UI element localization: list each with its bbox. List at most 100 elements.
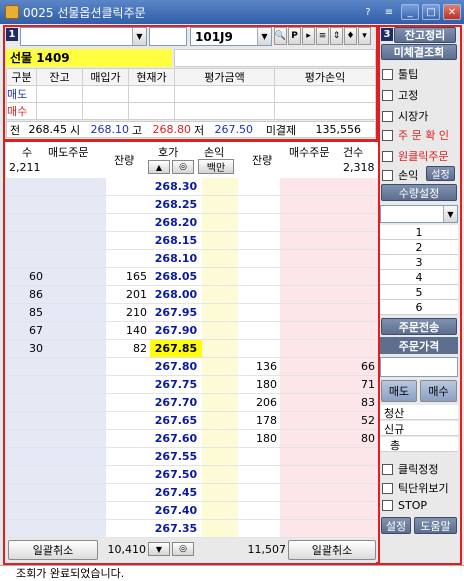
click-modify-checkbox[interactable]: 클릭정정 bbox=[382, 461, 438, 477]
maximize-icon[interactable]: □ bbox=[422, 4, 440, 20]
chevron-down-icon[interactable]: ▼ bbox=[132, 28, 146, 45]
buy-order-cell[interactable] bbox=[280, 214, 337, 232]
tooltip-checkbox[interactable]: 툴팁 bbox=[382, 66, 418, 82]
qty-item[interactable]: 4 bbox=[380, 270, 458, 285]
price-cell[interactable]: 267.65 bbox=[150, 412, 202, 430]
sell-order-cell[interactable] bbox=[46, 232, 106, 250]
buy-order-cell[interactable] bbox=[280, 376, 337, 394]
tool-icon[interactable]: ♦ bbox=[344, 27, 357, 45]
buy-order-cell[interactable] bbox=[280, 322, 337, 340]
price-cell[interactable]: 267.85 bbox=[150, 340, 202, 358]
sell-order-cell[interactable] bbox=[46, 304, 106, 322]
chevron-down-icon[interactable]: ▼ bbox=[257, 28, 271, 45]
footer-down-button[interactable]: ▼ bbox=[148, 542, 170, 556]
sell-order-cell[interactable] bbox=[46, 214, 106, 232]
price-cell[interactable]: 267.40 bbox=[150, 502, 202, 520]
price-cell[interactable]: 267.35 bbox=[150, 520, 202, 538]
sell-order-cell[interactable] bbox=[46, 448, 106, 466]
buy-order-cell[interactable] bbox=[280, 484, 337, 502]
sell-order-cell[interactable] bbox=[46, 430, 106, 448]
buy-order-cell[interactable] bbox=[280, 520, 337, 538]
sell-order-cell[interactable] bbox=[46, 196, 106, 214]
price-up-button[interactable]: ▲ bbox=[148, 160, 170, 174]
price-cell[interactable]: 267.60 bbox=[150, 430, 202, 448]
price-cell[interactable]: 267.50 bbox=[150, 466, 202, 484]
price-cell[interactable]: 267.70 bbox=[150, 394, 202, 412]
price-cell[interactable]: 268.10 bbox=[150, 250, 202, 268]
settings-button[interactable]: 설정 bbox=[381, 517, 411, 534]
buy-order-cell[interactable] bbox=[280, 340, 337, 358]
pl-checkbox[interactable]: 손익 bbox=[382, 167, 418, 183]
order-confirm-checkbox[interactable]: 주 문 확 인 bbox=[382, 127, 449, 143]
balance-clear-button[interactable]: 잔고정리 bbox=[394, 27, 456, 43]
code-combo[interactable]: 101J9 ▼ bbox=[190, 27, 272, 46]
sell-order-cell[interactable] bbox=[46, 484, 106, 502]
minimize-icon[interactable]: _ bbox=[401, 4, 419, 20]
price-cell[interactable]: 268.00 bbox=[150, 286, 202, 304]
fixed-checkbox[interactable]: 고정 bbox=[382, 87, 418, 103]
price-cell[interactable]: 267.45 bbox=[150, 484, 202, 502]
sell-order-cell[interactable] bbox=[46, 520, 106, 538]
sell-order-cell[interactable] bbox=[46, 466, 106, 484]
buy-order-cell[interactable] bbox=[280, 178, 337, 196]
more-icon[interactable]: ▾ bbox=[358, 27, 371, 45]
order-price-field[interactable] bbox=[380, 357, 458, 377]
menu-icon[interactable]: ≡ bbox=[380, 4, 398, 20]
price-cell[interactable]: 267.55 bbox=[150, 448, 202, 466]
buy-order-cell[interactable] bbox=[280, 250, 337, 268]
price-cell[interactable]: 268.20 bbox=[150, 214, 202, 232]
qty-combo[interactable]: ▼ bbox=[380, 205, 458, 223]
tick-view-checkbox[interactable]: 틱단위보기 bbox=[382, 480, 449, 496]
stop-checkbox[interactable]: STOP bbox=[382, 499, 427, 512]
cancel-all-sell-button[interactable]: 일괄취소 bbox=[8, 540, 98, 560]
pl-unit-button[interactable]: 백만 bbox=[198, 159, 234, 174]
sell-order-cell[interactable] bbox=[46, 322, 106, 340]
price-center-button[interactable]: ◎ bbox=[172, 160, 194, 174]
p-icon[interactable]: P bbox=[288, 27, 301, 45]
price-cell[interactable]: 267.95 bbox=[150, 304, 202, 322]
sell-order-cell[interactable] bbox=[46, 502, 106, 520]
qty-item[interactable]: 5 bbox=[380, 285, 458, 300]
qty-item[interactable]: 2 bbox=[380, 240, 458, 255]
price-cell[interactable]: 268.15 bbox=[150, 232, 202, 250]
buy-order-cell[interactable] bbox=[280, 448, 337, 466]
sell-order-cell[interactable] bbox=[46, 376, 106, 394]
qty-setting-button[interactable]: 수량설정 bbox=[381, 184, 457, 201]
qty-item[interactable]: 3 bbox=[380, 255, 458, 270]
price-cell[interactable]: 267.90 bbox=[150, 322, 202, 340]
sell-order-cell[interactable] bbox=[46, 340, 106, 358]
buy-order-cell[interactable] bbox=[280, 412, 337, 430]
help-icon[interactable]: ? bbox=[359, 4, 377, 20]
qty-item[interactable]: 1 bbox=[380, 225, 458, 240]
help-button[interactable]: 도움말 bbox=[414, 517, 457, 534]
sell-order-cell[interactable] bbox=[46, 178, 106, 196]
buy-order-cell[interactable] bbox=[280, 394, 337, 412]
qty-item[interactable]: 6 bbox=[380, 300, 458, 315]
sell-order-cell[interactable] bbox=[46, 250, 106, 268]
price-cell[interactable]: 268.05 bbox=[150, 268, 202, 286]
price-cell[interactable]: 268.25 bbox=[150, 196, 202, 214]
chevron-down-icon[interactable]: ▼ bbox=[443, 206, 457, 222]
pl-settings-button[interactable]: 설정 bbox=[426, 166, 455, 181]
price-cell[interactable]: 267.80 bbox=[150, 358, 202, 376]
spin-icon[interactable]: ⇕ bbox=[330, 27, 343, 45]
sell-button[interactable]: 매도 bbox=[381, 380, 417, 402]
sell-order-cell[interactable] bbox=[46, 412, 106, 430]
buy-order-cell[interactable] bbox=[280, 358, 337, 376]
sell-order-cell[interactable] bbox=[46, 358, 106, 376]
sell-order-cell[interactable] bbox=[46, 286, 106, 304]
buy-order-cell[interactable] bbox=[280, 430, 337, 448]
sell-order-cell[interactable] bbox=[46, 268, 106, 286]
market-price-checkbox[interactable]: 시장가 bbox=[382, 108, 428, 124]
buy-order-cell[interactable] bbox=[280, 286, 337, 304]
buy-order-cell[interactable] bbox=[280, 502, 337, 520]
search-icon[interactable]: 🔍 bbox=[274, 27, 287, 45]
buy-order-cell[interactable] bbox=[280, 196, 337, 214]
buy-order-cell[interactable] bbox=[280, 466, 337, 484]
password-field[interactable] bbox=[149, 27, 187, 46]
next-icon[interactable]: ▸ bbox=[302, 27, 315, 45]
close-icon[interactable]: ✕ bbox=[443, 4, 461, 20]
footer-center-button[interactable]: ◎ bbox=[172, 542, 194, 556]
list-icon[interactable]: ≡ bbox=[316, 27, 329, 45]
one-click-checkbox[interactable]: 원클릭주문 bbox=[382, 148, 449, 164]
